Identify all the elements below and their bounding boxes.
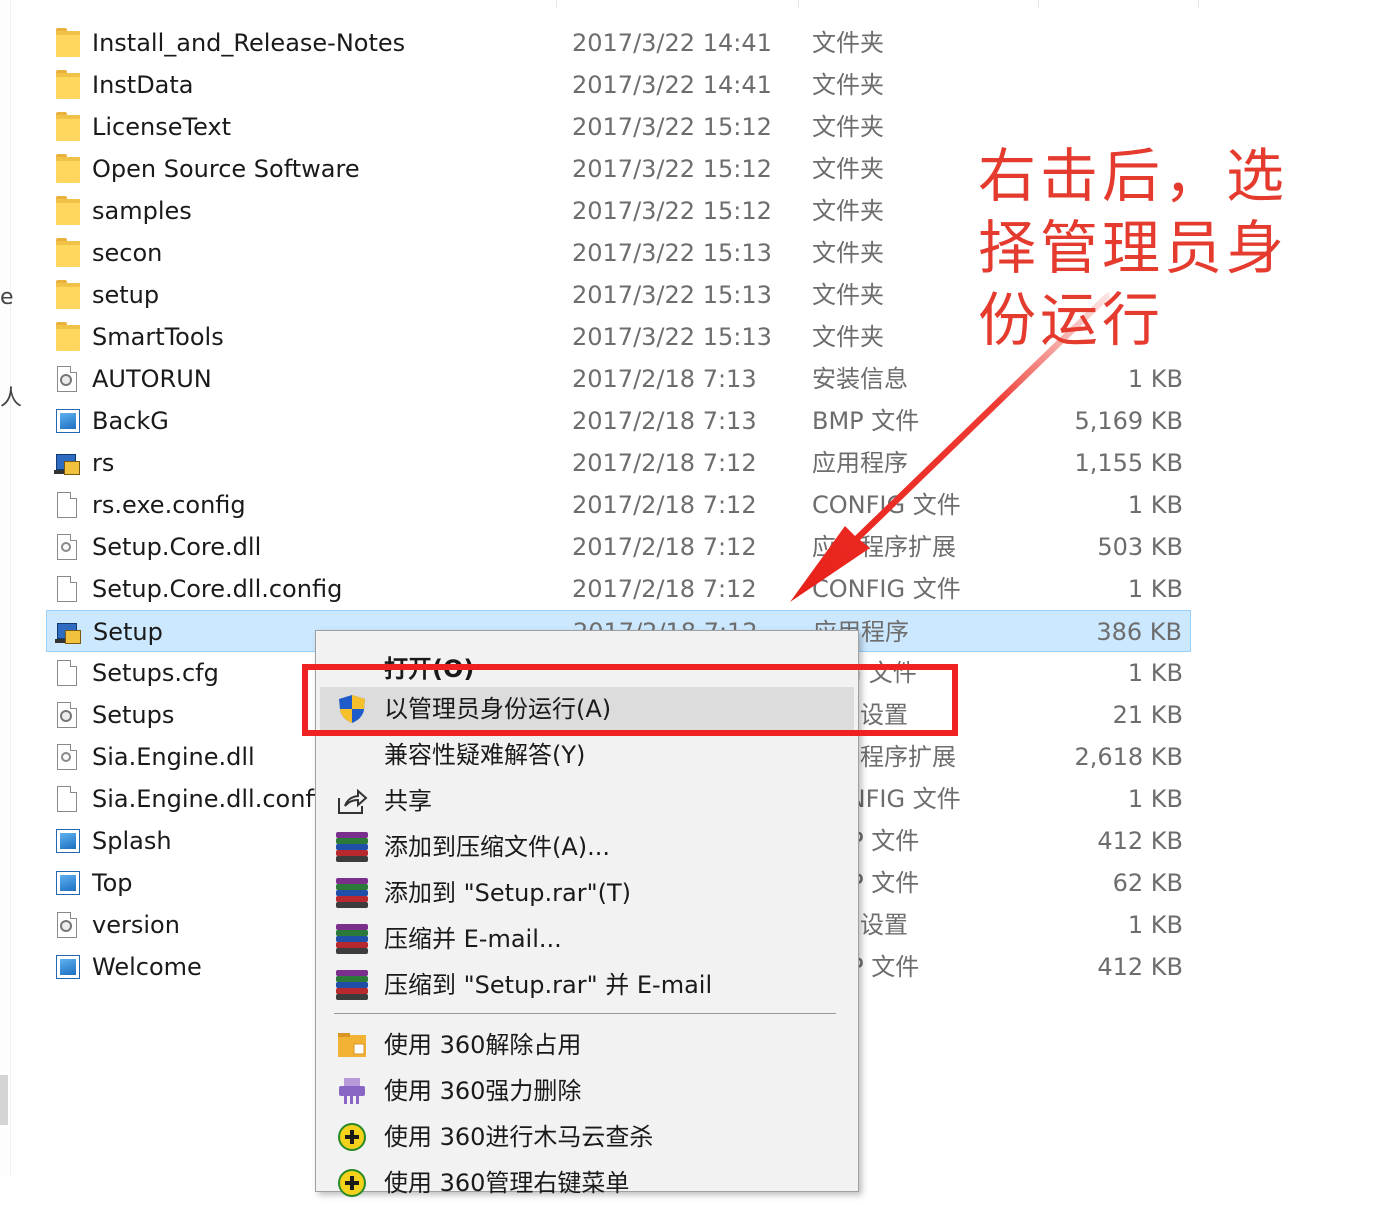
annotation-note: 右击后，选择管理员身份运行 [978, 142, 1289, 354]
